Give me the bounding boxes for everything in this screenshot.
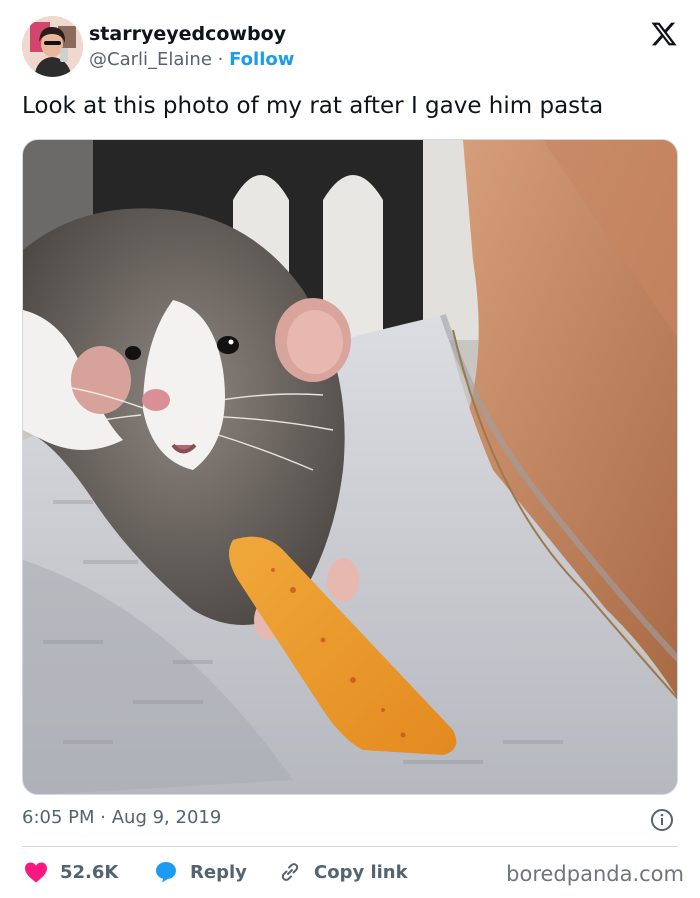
timestamp-separator: · (100, 807, 106, 828)
x-logo-icon[interactable] (650, 20, 678, 48)
author-handle[interactable]: @Carli_Elaine (89, 49, 212, 70)
reply-label: Reply (190, 861, 247, 883)
tweet-date: Aug 9, 2019 (111, 807, 222, 828)
tweet-header: starryeyedcowboy @Carli_Elaine · Follow (22, 16, 682, 78)
tweet-time: 6:05 PM (22, 807, 95, 828)
reply-button[interactable]: Reply (154, 857, 247, 887)
divider (22, 846, 678, 847)
like-button[interactable]: 52.6K (24, 857, 118, 887)
link-icon (281, 863, 299, 881)
watermark: boredpanda.com (506, 862, 684, 886)
like-count: 52.6K (60, 861, 119, 883)
copy-link-label: Copy link (314, 861, 408, 883)
avatar[interactable] (22, 16, 83, 77)
tweet-text: Look at this photo of my rat after I gav… (22, 93, 604, 119)
handle-separator: · (217, 49, 224, 70)
reply-bubble-icon (156, 862, 176, 883)
follow-link[interactable]: Follow (229, 49, 294, 70)
info-icon[interactable] (650, 808, 674, 832)
author-display-name[interactable]: starryeyedcowboy (89, 23, 286, 45)
tweet-photo[interactable] (22, 139, 678, 795)
tweet-timestamp[interactable]: 6:05 PM · Aug 9, 2019 (22, 807, 221, 828)
author-handle-row: @Carli_Elaine · Follow (89, 49, 294, 70)
heart-icon (25, 862, 47, 883)
rat-photo (23, 140, 677, 794)
copy-link-button[interactable]: Copy link (278, 857, 408, 887)
